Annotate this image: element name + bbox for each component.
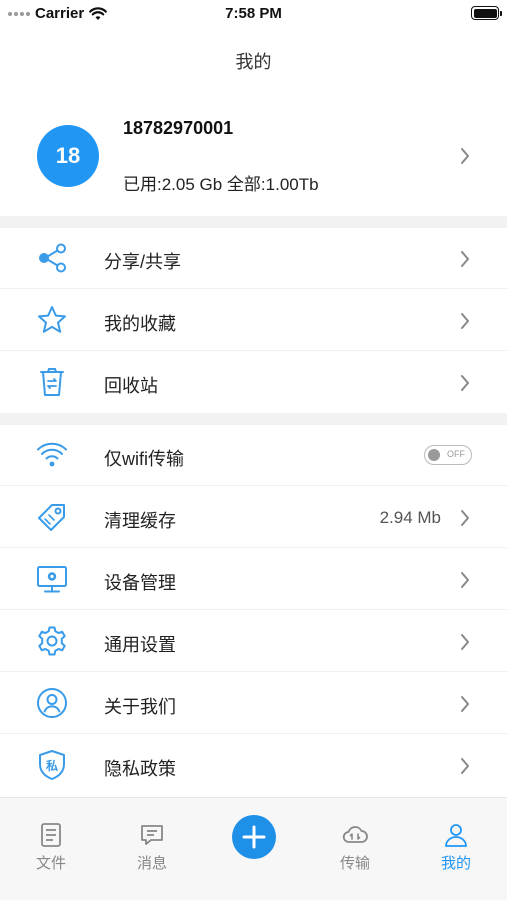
chevron-right-icon [458, 146, 472, 166]
section-divider [0, 216, 507, 228]
chevron-right-icon [458, 694, 472, 714]
menu-item-label: 回收站 [104, 376, 158, 396]
menu-item-general-settings[interactable]: 通用设置 [0, 611, 507, 672]
wifi-only-toggle[interactable]: OFF [424, 445, 472, 465]
chevron-right-icon [458, 570, 472, 590]
plus-icon [242, 825, 266, 849]
profile-card[interactable]: 18 18782970001 已用:2.05 Gb 全部:1.00Tb [0, 98, 507, 216]
menu-item-about-us[interactable]: 关于我们 [0, 673, 507, 734]
menu-item-label: 关于我们 [104, 697, 176, 717]
menu-item-share[interactable]: 分享/共享 [0, 228, 507, 289]
add-button[interactable] [232, 815, 276, 859]
menu-item-label: 设备管理 [104, 573, 176, 593]
tab-label: 我的 [440, 855, 471, 872]
avatar: 18 [37, 125, 99, 187]
status-bar: Carrier 7:58 PM [0, 0, 507, 28]
menu-item-label: 仅wifi传输 [104, 449, 184, 469]
privacy-icon-text: 私 [45, 758, 58, 773]
tab-mine[interactable]: 我的 [416, 822, 496, 873]
chevron-right-icon [458, 249, 472, 269]
message-icon [141, 825, 163, 845]
menu-item-device-manage[interactable]: 设备管理 [0, 549, 507, 610]
person-icon [445, 824, 467, 847]
menu-item-clear-cache[interactable]: 清理缓存 2.94 Mb [0, 487, 507, 548]
person-circle-icon [36, 687, 68, 719]
toggle-knob [428, 448, 440, 461]
tab-messages[interactable]: 消息 [112, 822, 192, 873]
chevron-right-icon [458, 311, 472, 331]
gear-icon [36, 625, 68, 657]
menu-item-label: 分享/共享 [104, 252, 182, 272]
section-divider [0, 413, 507, 425]
chevron-right-icon [458, 373, 472, 393]
tab-files[interactable]: 文件 [11, 822, 91, 873]
battery-icon [471, 6, 502, 20]
menu-item-label: 通用设置 [104, 635, 176, 655]
page-title: 我的 [235, 52, 272, 72]
tab-label: 消息 [136, 855, 167, 872]
storage-usage: 已用:2.05 Gb 全部:1.00Tb [123, 175, 319, 194]
menu-item-favorites[interactable]: 我的收藏 [0, 290, 507, 351]
document-icon [41, 823, 61, 847]
privacy-shield-icon: 私 [36, 749, 68, 781]
menu-item-privacy-policy[interactable]: 私 隐私政策 [0, 735, 507, 796]
menu-item-label: 我的收藏 [104, 314, 176, 334]
menu-item-wifi-only[interactable]: 仅wifi传输 OFF [0, 425, 507, 486]
monitor-gear-icon [36, 563, 68, 595]
cloud-transfer-icon [342, 826, 368, 843]
chevron-right-icon [458, 632, 472, 652]
cache-size: 2.94 Mb [379, 508, 441, 527]
share-icon [36, 242, 68, 274]
recycle-bin-icon [36, 366, 68, 398]
tab-label: 传输 [339, 855, 370, 872]
chevron-right-icon [458, 508, 472, 528]
tab-label: 文件 [35, 855, 66, 872]
chevron-right-icon [458, 756, 472, 776]
wifi-icon [36, 439, 68, 471]
menu-item-label: 清理缓存 [104, 511, 176, 531]
tab-transfer[interactable]: 传输 [315, 822, 395, 873]
status-time: 7:58 PM [225, 5, 282, 22]
tab-bar: 文件 消息 传输 我的 [0, 797, 507, 900]
account-phone: 18782970001 [123, 118, 234, 138]
star-icon [36, 304, 68, 336]
tag-icon [36, 501, 68, 533]
menu-item-recycle-bin[interactable]: 回收站 [0, 352, 507, 413]
menu-item-label: 隐私政策 [104, 759, 176, 779]
toggle-state-label: OFF [447, 449, 465, 459]
